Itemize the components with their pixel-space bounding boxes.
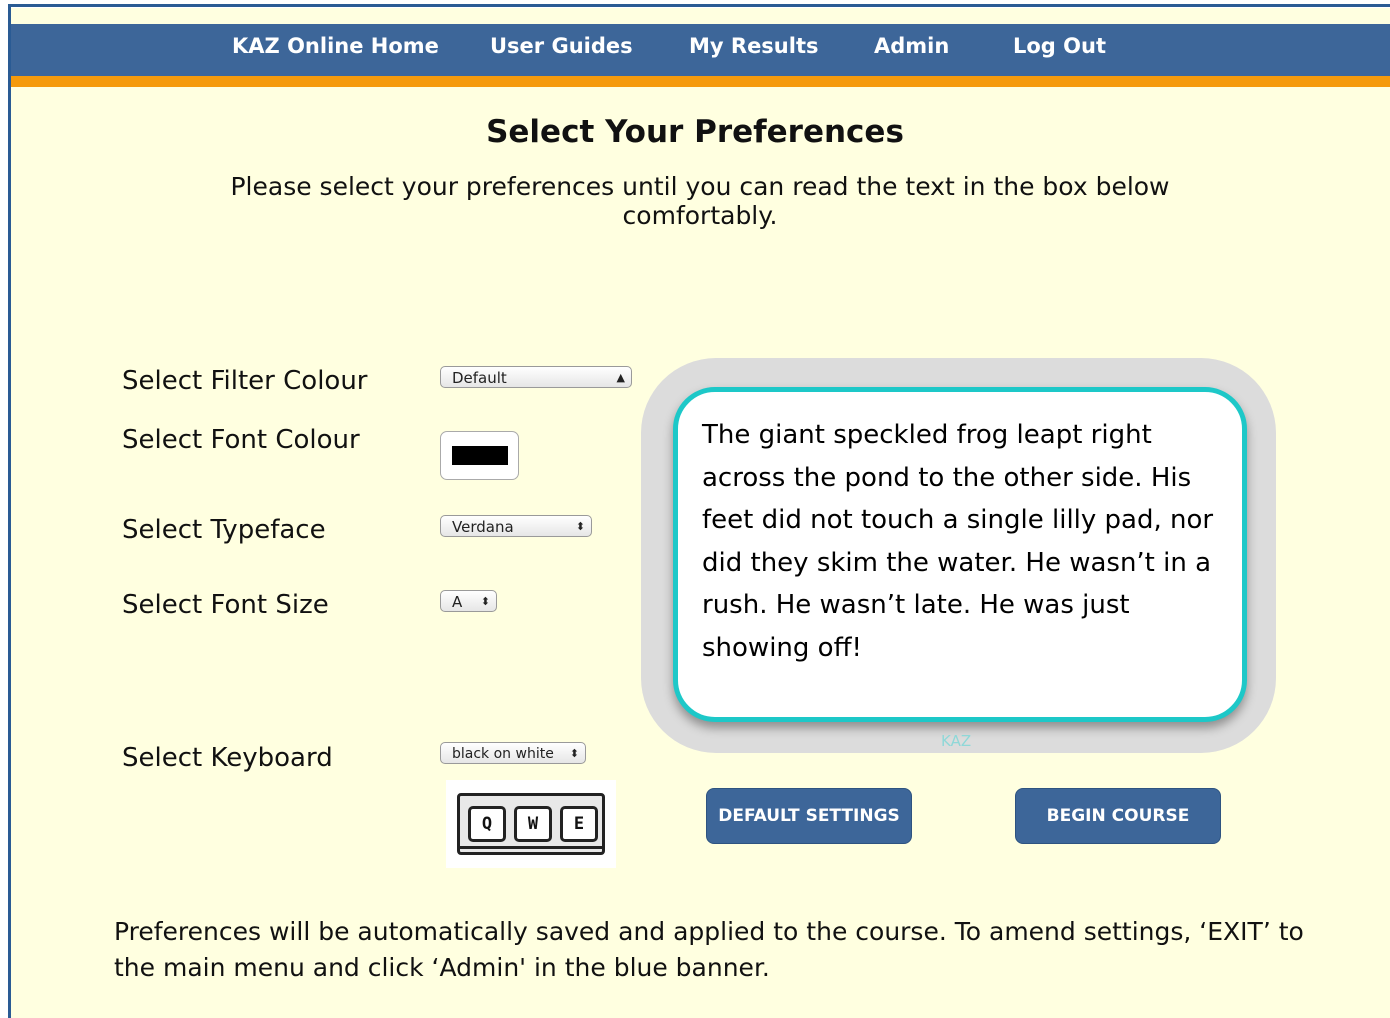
filter-colour-value: Default (452, 369, 507, 387)
footer-note: Preferences will be automatically saved … (114, 917, 1304, 982)
select-arrows-icon: ⬍ (480, 595, 490, 608)
filter-colour-label: Select Filter Colour (122, 366, 368, 396)
select-arrows-icon: ▲ (616, 371, 625, 384)
begin-course-button[interactable]: BEGIN COURSE (1015, 788, 1221, 844)
preview-sample-text: The giant speckled frog leapt right acro… (702, 420, 1214, 663)
frame-border-left (8, 4, 11, 1018)
font-size-value: A (452, 593, 463, 611)
nav-link-admin[interactable]: Admin (874, 34, 949, 58)
page-title: Select Your Preferences (486, 114, 904, 150)
typeface-label: Select Typeface (122, 515, 326, 545)
font-colour-swatch (452, 446, 508, 465)
font-size-select[interactable]: A ⬍ (440, 590, 497, 612)
frame-border-top (8, 4, 1390, 7)
keyboard-value: black on white (452, 746, 554, 762)
top-navigation-bar: KAZ Online Home User Guides My Results A… (11, 24, 1390, 76)
typeface-select[interactable]: Verdana ⬍ (440, 515, 592, 537)
select-arrows-icon: ⬍ (569, 747, 579, 760)
font-colour-picker[interactable] (440, 431, 519, 480)
select-arrows-icon: ⬍ (575, 520, 585, 533)
kaz-watermark: KAZ (941, 732, 972, 750)
default-settings-button[interactable]: DEFAULT SETTINGS (706, 788, 912, 844)
keyboard-key-w: W (514, 806, 552, 842)
font-colour-label: Select Font Colour (122, 425, 360, 455)
nav-link-log-out[interactable]: Log Out (1013, 34, 1106, 58)
page-intro: Please select your preferences until you… (230, 172, 1170, 230)
nav-link-kaz-online-home[interactable]: KAZ Online Home (232, 34, 439, 58)
nav-link-user-guides[interactable]: User Guides (490, 34, 633, 58)
typeface-value: Verdana (452, 518, 514, 536)
filter-colour-select[interactable]: Default ▲ (440, 366, 632, 388)
nav-underline (11, 76, 1390, 87)
keyboard-select[interactable]: black on white ⬍ (440, 742, 586, 764)
keyboard-preview-frame: Q W E (457, 793, 605, 855)
nav-link-my-results[interactable]: My Results (689, 34, 819, 58)
font-size-label: Select Font Size (122, 590, 329, 620)
keyboard-key-q: Q (468, 806, 506, 842)
keyboard-key-e: E (560, 806, 598, 842)
keyboard-preview-image: Q W E (446, 780, 616, 868)
keyboard-label: Select Keyboard (122, 743, 333, 773)
keyboard-preview-bottom-row (460, 846, 602, 849)
